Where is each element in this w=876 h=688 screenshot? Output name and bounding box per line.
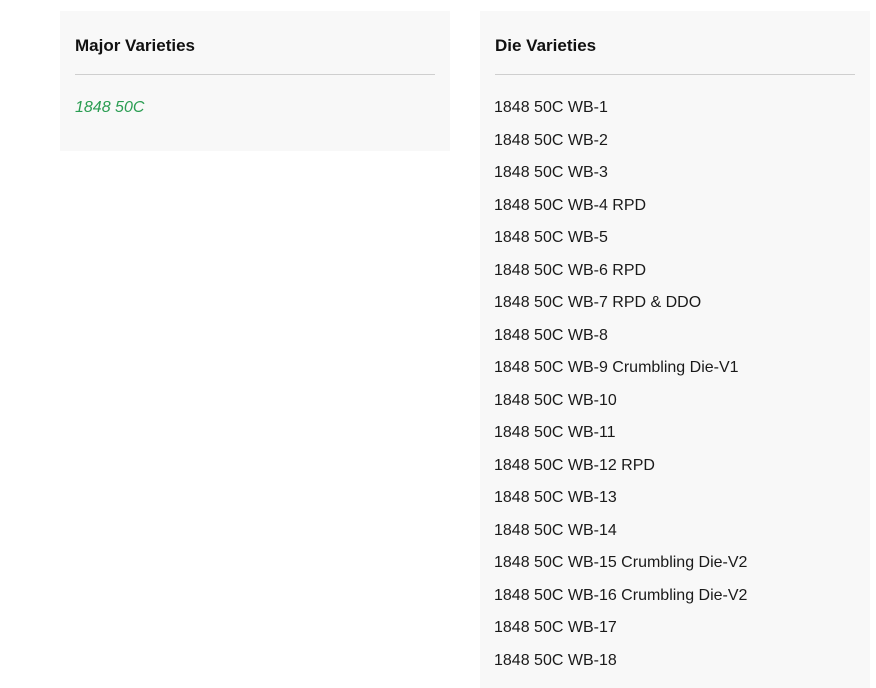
die-variety-link[interactable]: 1848 50C WB-10	[494, 392, 617, 409]
die-variety-link[interactable]: 1848 50C WB-7 RPD & DDO	[494, 294, 701, 311]
die-variety-link[interactable]: 1848 50C WB-12 RPD	[494, 457, 655, 474]
die-variety-item: 1848 50C WB-11	[494, 423, 747, 456]
major-varieties-panel: Major Varieties 1848 50C	[60, 11, 450, 151]
die-variety-item: 1848 50C WB-13	[494, 488, 747, 521]
major-varieties-divider	[75, 74, 435, 75]
die-variety-item: 1848 50C WB-18	[494, 651, 747, 684]
die-variety-link[interactable]: 1848 50C WB-1	[494, 99, 608, 116]
die-varieties-panel: Die Varieties 1848 50C WB-1 1848 50C WB-…	[480, 11, 870, 688]
die-varieties-divider	[495, 74, 855, 75]
die-variety-link[interactable]: 1848 50C WB-11	[494, 424, 616, 441]
die-variety-link[interactable]: 1848 50C WB-13	[494, 489, 617, 506]
die-variety-link[interactable]: 1848 50C WB-4 RPD	[494, 197, 646, 214]
die-variety-link[interactable]: 1848 50C WB-17	[494, 619, 617, 636]
die-variety-item: 1848 50C WB-17	[494, 618, 747, 651]
die-varieties-list: 1848 50C WB-1 1848 50C WB-2 1848 50C WB-…	[494, 98, 747, 683]
die-variety-link[interactable]: 1848 50C WB-6 RPD	[494, 262, 646, 279]
die-variety-item: 1848 50C WB-15 Crumbling Die-V2	[494, 553, 747, 586]
die-variety-link[interactable]: 1848 50C WB-14	[494, 522, 617, 539]
die-variety-link[interactable]: 1848 50C WB-15 Crumbling Die-V2	[494, 554, 747, 571]
die-variety-link[interactable]: 1848 50C WB-3	[494, 164, 608, 181]
die-variety-item: 1848 50C WB-12 RPD	[494, 456, 747, 489]
die-variety-item: 1848 50C WB-10	[494, 391, 747, 424]
die-variety-item: 1848 50C WB-3	[494, 163, 747, 196]
die-variety-link[interactable]: 1848 50C WB-2	[494, 132, 608, 149]
die-variety-item: 1848 50C WB-16 Crumbling Die-V2	[494, 586, 747, 619]
die-variety-link[interactable]: 1848 50C WB-18	[494, 652, 617, 669]
die-variety-item: 1848 50C WB-1	[494, 98, 747, 131]
die-variety-item: 1848 50C WB-14	[494, 521, 747, 554]
die-variety-link[interactable]: 1848 50C WB-5	[494, 229, 608, 246]
die-variety-item: 1848 50C WB-6 RPD	[494, 261, 747, 294]
die-variety-item: 1848 50C WB-5	[494, 228, 747, 261]
major-varieties-title: Major Varieties	[75, 36, 196, 55]
die-variety-link[interactable]: 1848 50C WB-9 Crumbling Die-V1	[494, 359, 739, 376]
die-variety-item: 1848 50C WB-8	[494, 326, 747, 359]
major-variety-link[interactable]: 1848 50C	[75, 98, 144, 118]
die-variety-item: 1848 50C WB-9 Crumbling Die-V1	[494, 358, 747, 391]
die-varieties-title: Die Varieties	[495, 36, 597, 55]
die-variety-link[interactable]: 1848 50C WB-8	[494, 327, 608, 344]
die-variety-link[interactable]: 1848 50C WB-16 Crumbling Die-V2	[494, 587, 747, 604]
die-variety-item: 1848 50C WB-4 RPD	[494, 196, 747, 229]
die-variety-item: 1848 50C WB-2	[494, 131, 747, 164]
die-variety-item: 1848 50C WB-7 RPD & DDO	[494, 293, 747, 326]
